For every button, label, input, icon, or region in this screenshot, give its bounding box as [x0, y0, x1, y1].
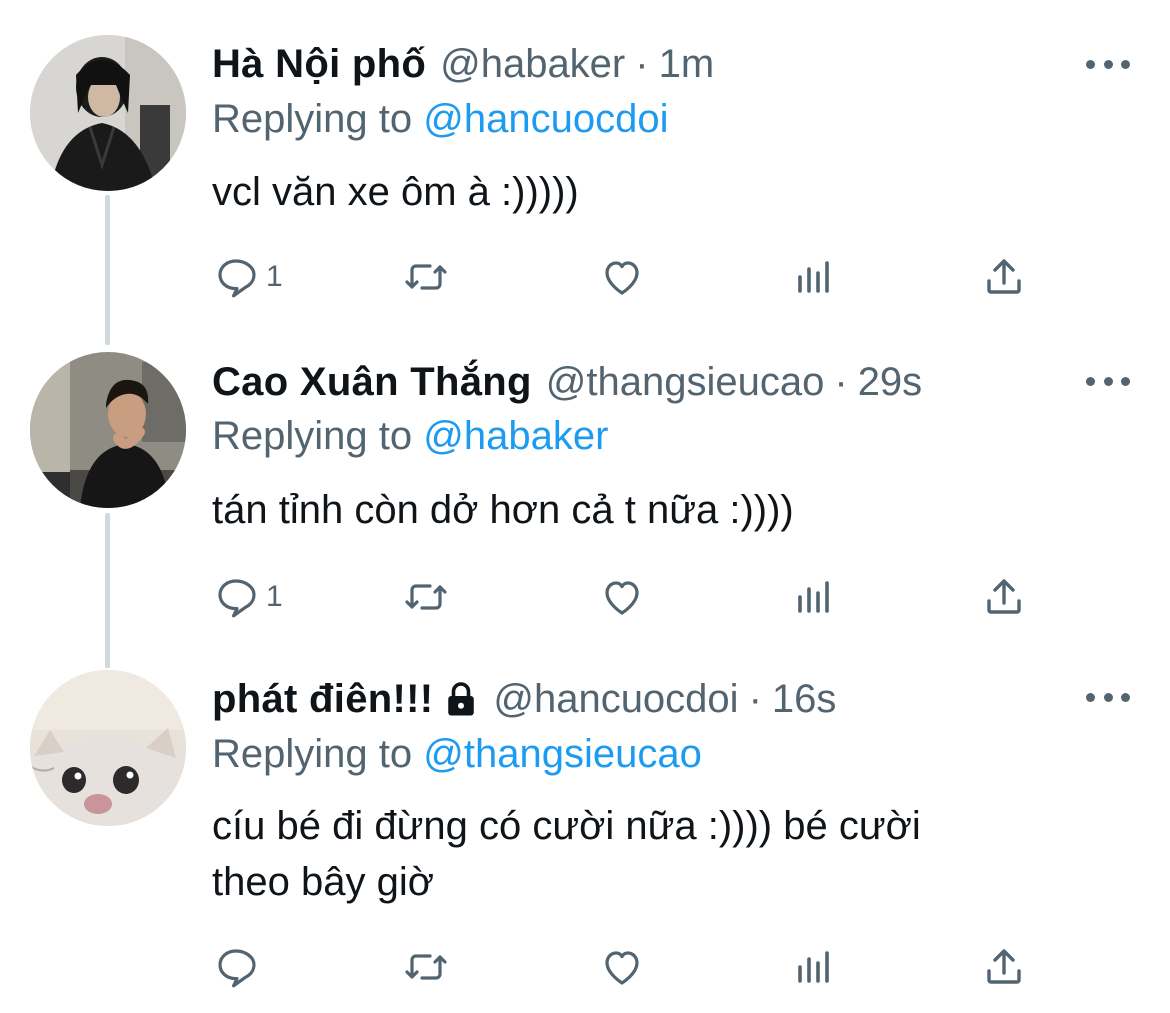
- avatar-image: [30, 35, 186, 191]
- separator: ·: [834, 359, 848, 404]
- tweet-text: tán tỉnh còn dở hơn cả t nữa :)))): [212, 482, 1112, 538]
- share-icon: [987, 579, 1021, 614]
- avatar[interactable]: [30, 352, 186, 508]
- user-handle[interactable]: @hancuocdoi: [493, 677, 738, 722]
- like-icon: [605, 951, 639, 985]
- reply-count: 1: [266, 580, 283, 613]
- retweet-icon: [405, 954, 447, 980]
- share-button[interactable]: [980, 942, 1028, 992]
- thread-line: [105, 195, 110, 345]
- reply-count: 1: [266, 260, 283, 293]
- retweet-button[interactable]: [402, 252, 450, 302]
- replying-to: Replying to @hancuocdoi: [212, 97, 668, 142]
- more-icon[interactable]: [1086, 374, 1130, 388]
- display-name[interactable]: phát điên!!!: [212, 677, 433, 722]
- replying-to: Replying to @habaker: [212, 414, 608, 459]
- reply-button[interactable]: 1: [212, 572, 283, 622]
- like-button[interactable]: [598, 942, 646, 992]
- tweet-text: vcl văn xe ôm à :))))): [212, 164, 1112, 220]
- tweet-text: cíu bé đi đừng có cười nữa :)))) bé cười…: [212, 798, 1112, 910]
- reply-icon: [218, 259, 256, 298]
- like-button[interactable]: [598, 252, 646, 302]
- analytics-icon: [798, 261, 829, 293]
- tweet-actions: 1: [212, 572, 1052, 622]
- share-button[interactable]: [980, 252, 1028, 302]
- avatar-image: [30, 670, 186, 826]
- display-name[interactable]: Hà Nội phố: [212, 42, 426, 87]
- analytics-button[interactable]: [790, 252, 838, 302]
- timestamp[interactable]: 29s: [858, 360, 923, 405]
- reply-button[interactable]: 1: [212, 252, 283, 302]
- thread-line: [105, 513, 110, 668]
- share-icon: [987, 259, 1021, 294]
- timestamp[interactable]: 16s: [772, 677, 837, 722]
- mention-link[interactable]: @thangsieucao: [423, 732, 702, 776]
- user-handle[interactable]: @thangsieucao: [546, 360, 825, 405]
- tweet-text-line: theo bây giờ: [212, 860, 434, 904]
- more-icon[interactable]: [1086, 690, 1130, 704]
- like-icon: [605, 261, 639, 295]
- separator: ·: [748, 676, 762, 721]
- reply-icon: [218, 579, 256, 618]
- analytics-button[interactable]: [790, 572, 838, 622]
- display-name[interactable]: Cao Xuân Thắng: [212, 360, 532, 405]
- replying-to: Replying to @thangsieucao: [212, 732, 702, 777]
- avatar[interactable]: [30, 35, 186, 191]
- tweet-actions: 1: [212, 252, 1052, 302]
- more-icon[interactable]: [1086, 57, 1130, 71]
- lock-icon: [448, 682, 475, 716]
- reply-icon: [218, 949, 256, 988]
- replying-prefix: Replying to: [212, 414, 413, 458]
- tweet-header: phát điên!!! @hancuocdoi · 16s: [212, 670, 836, 728]
- tweet-header: Hà Nội phố @habaker · 1m: [212, 35, 714, 93]
- analytics-icon: [798, 581, 829, 613]
- tweet-actions: [212, 942, 1052, 992]
- separator: ·: [635, 41, 649, 86]
- mention-link[interactable]: @habaker: [423, 414, 608, 458]
- analytics-icon: [798, 951, 829, 983]
- tweet-text-line: cíu bé đi đừng có cười nữa :)))) bé cười: [212, 804, 921, 848]
- timestamp[interactable]: 1m: [659, 42, 715, 87]
- reply-button[interactable]: [212, 942, 266, 992]
- replying-prefix: Replying to: [212, 732, 413, 776]
- analytics-button[interactable]: [790, 942, 838, 992]
- mention-link[interactable]: @hancuocdoi: [423, 97, 668, 141]
- retweet-icon: [405, 264, 447, 290]
- retweet-button[interactable]: [402, 572, 450, 622]
- retweet-icon: [405, 584, 447, 610]
- user-handle[interactable]: @habaker: [440, 42, 625, 87]
- avatar-image: [30, 352, 186, 508]
- tweet-text-line: tán tỉnh còn dở hơn cả t nữa :)))): [212, 488, 794, 532]
- like-icon: [605, 581, 639, 615]
- replying-prefix: Replying to: [212, 97, 413, 141]
- tweet-header: Cao Xuân Thắng @thangsieucao · 29s: [212, 353, 922, 411]
- retweet-button[interactable]: [402, 942, 450, 992]
- tweet-text-line: vcl văn xe ôm à :))))): [212, 170, 579, 214]
- share-icon: [987, 949, 1021, 984]
- avatar[interactable]: [30, 670, 186, 826]
- share-button[interactable]: [980, 572, 1028, 622]
- like-button[interactable]: [598, 572, 646, 622]
